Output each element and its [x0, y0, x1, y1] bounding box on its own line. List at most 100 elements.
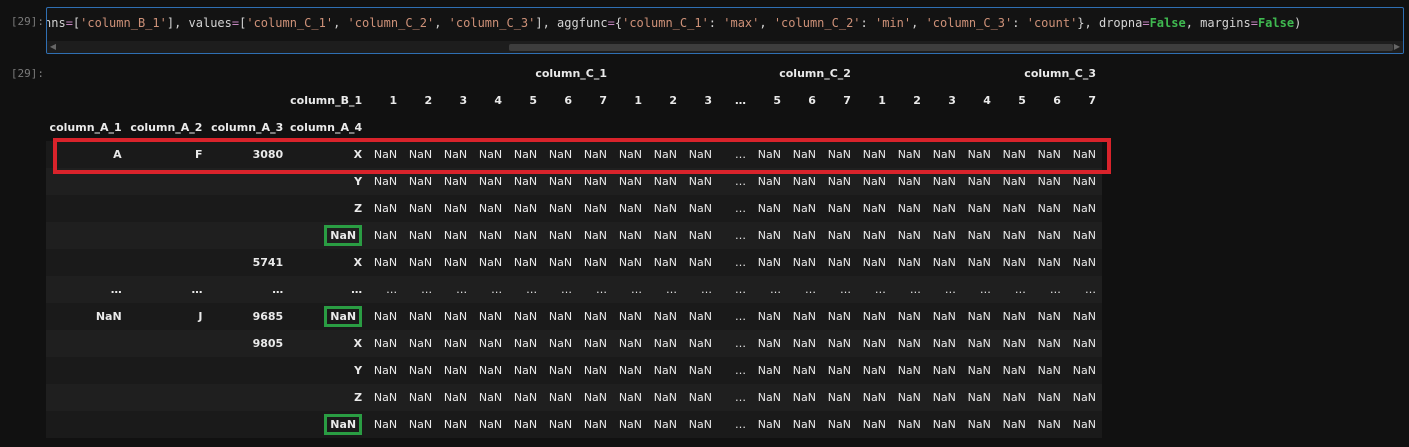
- value-cell: NaN: [688, 202, 712, 215]
- sub-column-header: 2: [669, 94, 677, 107]
- table-row: Y NaN NaN NaN NaN NaN NaN NaN NaN NaN NaN … NaN NaN Na…: [46, 357, 1102, 384]
- value-cell: NaN: [932, 310, 956, 323]
- sub-column-header: 3: [459, 94, 468, 107]
- index-cell: A: [113, 148, 122, 161]
- value-cell: NaN: [1072, 418, 1096, 431]
- value-cell: NaN: [478, 337, 503, 350]
- value-cell: NaN: [478, 229, 503, 242]
- index-cell: F: [194, 148, 203, 161]
- value-cell: NaN: [513, 310, 538, 323]
- value-cell: NaN: [408, 310, 433, 323]
- code-line[interactable]: nns=['column_B_1'], values=['column_C_1'…: [46, 16, 1301, 30]
- value-cell: …: [456, 283, 468, 296]
- index-cell: NaN: [95, 310, 122, 323]
- value-cell: NaN: [653, 418, 677, 431]
- value-cell: …: [874, 283, 886, 296]
- value-cell: NaN: [373, 202, 398, 215]
- value-cell: NaN: [1002, 202, 1026, 215]
- value-cell: NaN: [443, 337, 468, 350]
- index-cell: [46, 330, 128, 357]
- value-cell: NaN: [478, 256, 503, 269]
- value-cell: NaN: [792, 256, 816, 269]
- value-cell: NaN: [443, 148, 468, 161]
- horizontal-scrollbar[interactable]: ◀ ▶: [47, 41, 1403, 53]
- value-cell: NaN: [1072, 337, 1096, 350]
- value-cell: NaN: [1037, 364, 1061, 377]
- value-cell: NaN: [1002, 175, 1026, 188]
- index-cell: [46, 168, 128, 195]
- value-cell: NaN: [548, 310, 573, 323]
- sub-column-header: 1: [634, 94, 643, 107]
- blank-header: [46, 60, 128, 87]
- value-cell: NaN: [548, 256, 573, 269]
- value-cell: NaN: [373, 337, 398, 350]
- value-cell: NaN: [932, 148, 956, 161]
- code-token: , margins: [1185, 16, 1251, 30]
- blank-header: [718, 114, 752, 141]
- value-cell: NaN: [1072, 364, 1096, 377]
- value-cell: NaN: [757, 391, 781, 404]
- value-cell: NaN: [792, 202, 816, 215]
- highlighted-nan-index: NaN: [324, 414, 363, 435]
- value-cell: …: [421, 283, 433, 296]
- value-cell: NaN: [862, 364, 886, 377]
- table-row: Y NaN NaN NaN NaN NaN NaN NaN NaN NaN NaN … NaN NaN Na…: [46, 168, 1102, 195]
- value-cell: NaN: [827, 364, 851, 377]
- value-cell: NaN: [408, 202, 433, 215]
- value-cell: NaN: [583, 175, 608, 188]
- value-cell: NaN: [1037, 418, 1061, 431]
- value-cell: NaN: [408, 364, 433, 377]
- value-cell: NaN: [757, 202, 781, 215]
- value-cell: NaN: [897, 418, 921, 431]
- table-row: A F 3080 X NaN NaN NaN NaN NaN NaN NaN NaN NaN NaN … Na…: [46, 141, 1102, 168]
- value-cell: NaN: [757, 364, 781, 377]
- value-cell: NaN: [1002, 391, 1026, 404]
- value-cell: NaN: [653, 364, 677, 377]
- scroll-right-icon[interactable]: ▶: [1393, 42, 1401, 52]
- value-cell: NaN: [688, 391, 712, 404]
- value-cell: NaN: [443, 229, 468, 242]
- value-cell: NaN: [548, 202, 573, 215]
- code-token: ], aggfunc: [535, 16, 608, 30]
- value-cell: NaN: [653, 229, 677, 242]
- value-cell: NaN: [862, 175, 886, 188]
- column-level-name: column_B_1: [290, 94, 363, 107]
- sub-column-header: 7: [843, 94, 851, 107]
- sub-column-header: 7: [1088, 94, 1096, 107]
- index-name-header: column_A_2: [130, 121, 203, 134]
- value-cell: NaN: [688, 310, 712, 323]
- index-cell: Y: [354, 364, 363, 377]
- value-cell: NaN: [618, 229, 643, 242]
- index-cell: …: [272, 283, 284, 296]
- table-row: …………………………………………………………………: [46, 276, 1102, 303]
- value-cell: NaN: [1037, 391, 1061, 404]
- value-cell: NaN: [583, 418, 608, 431]
- scroll-left-icon[interactable]: ◀: [49, 42, 57, 52]
- code-token: 'min': [874, 16, 912, 30]
- value-cell: NaN: [373, 418, 398, 431]
- value-cell: NaN: [897, 364, 921, 377]
- code-token: nns: [46, 16, 66, 30]
- code-input-cell[interactable]: nns=['column_B_1'], values=['column_C_1'…: [46, 7, 1404, 54]
- index-cell: X: [353, 148, 363, 161]
- value-cell: NaN: [443, 175, 468, 188]
- value-cell: NaN: [583, 337, 608, 350]
- value-cell: …: [734, 148, 746, 161]
- code-token: False: [1149, 16, 1186, 30]
- value-cell: NaN: [408, 175, 433, 188]
- scrollbar-thumb[interactable]: [509, 44, 1393, 51]
- blank-header: [128, 87, 209, 114]
- code-token: 'max': [723, 16, 760, 30]
- value-cell: NaN: [967, 256, 991, 269]
- value-cell: NaN: [897, 256, 921, 269]
- index-cell: [208, 195, 289, 222]
- code-token: =: [607, 16, 615, 30]
- blank-header: [962, 114, 997, 141]
- value-cell: …: [734, 175, 746, 188]
- index-cell: Y: [354, 175, 363, 188]
- code-token: 'column_C_3': [925, 16, 1013, 30]
- code-token: 'column_C_2': [773, 16, 861, 30]
- code-token: False: [1257, 16, 1295, 30]
- value-cell: NaN: [408, 337, 433, 350]
- blank-header: [648, 114, 683, 141]
